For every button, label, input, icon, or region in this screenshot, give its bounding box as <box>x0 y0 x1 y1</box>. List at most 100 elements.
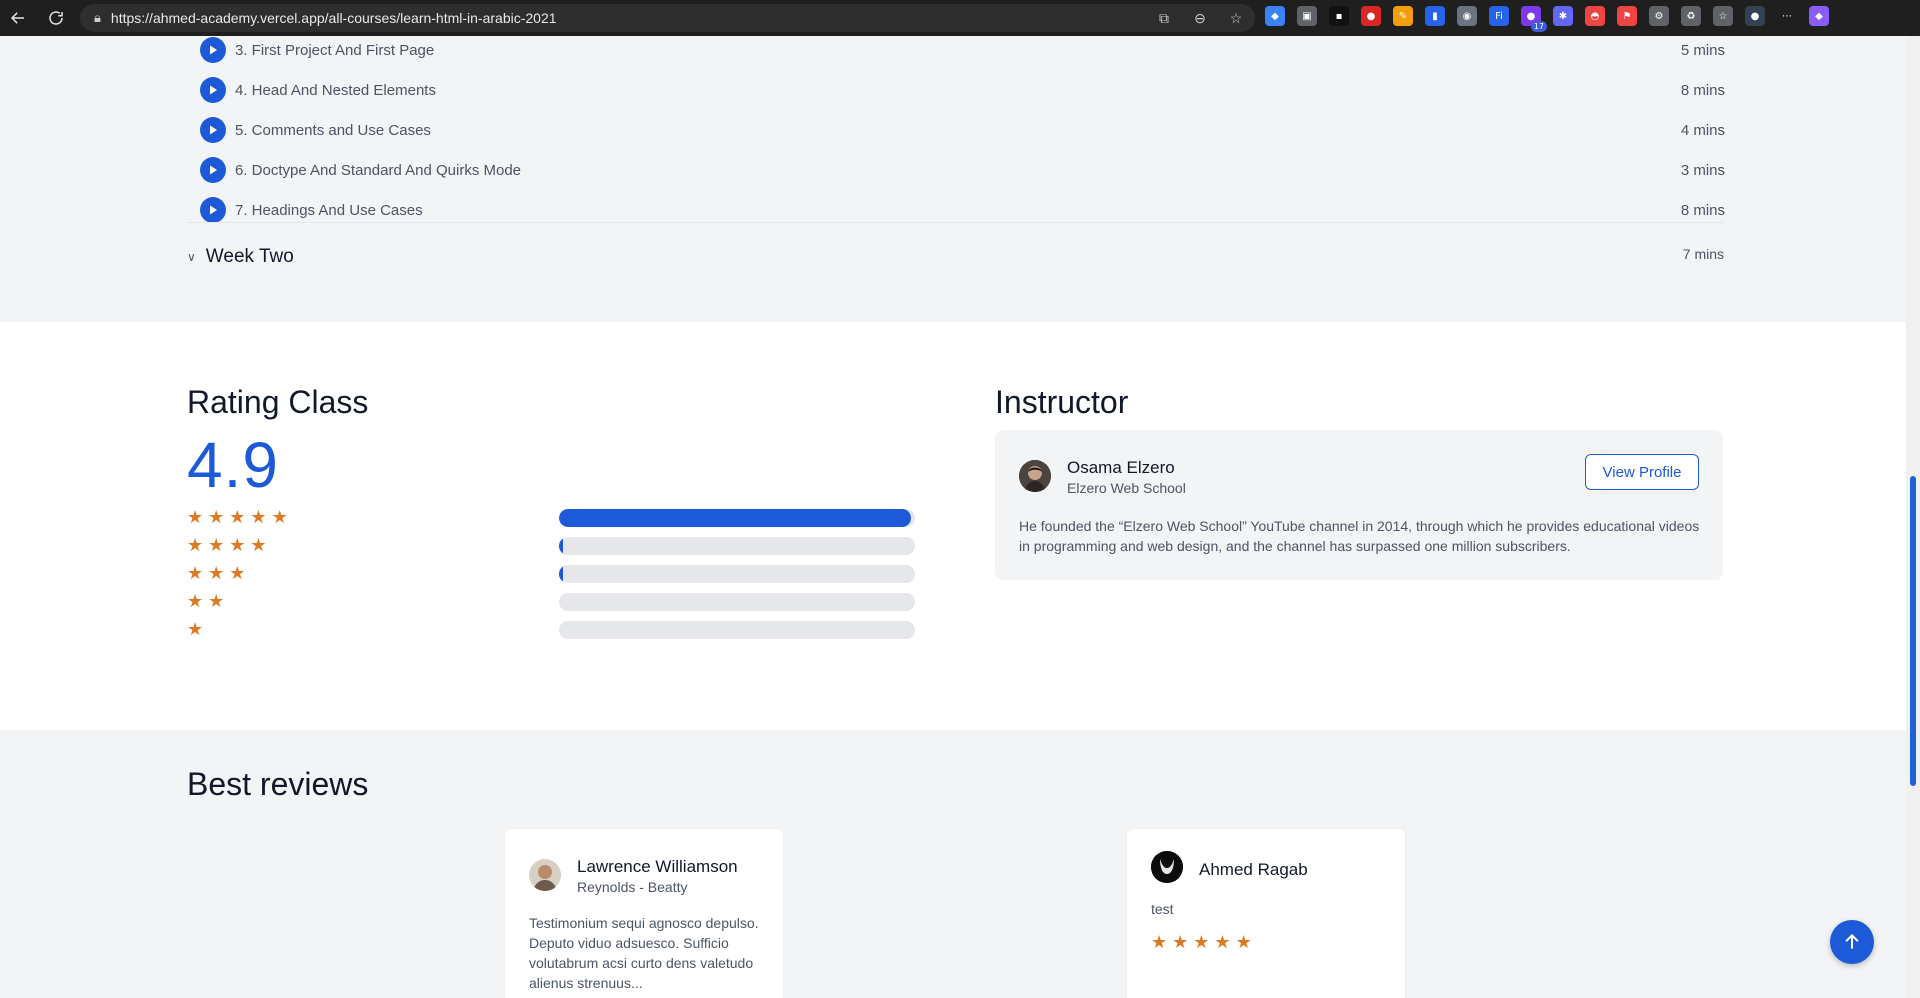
extension-glyph: ☆ <box>1718 10 1728 22</box>
shield-extension-icon[interactable]: ● <box>1361 6 1381 26</box>
lesson-item[interactable]: 7. Headings And Use Cases 8 mins <box>200 190 1725 230</box>
rating-bar-2 <box>559 593 915 611</box>
rating-stars-3: ★ ★ ★ <box>187 564 245 584</box>
camera-extension-icon[interactable]: ◉ <box>1457 6 1477 26</box>
star-icon: ★ <box>250 535 267 556</box>
star-icon: ★ <box>208 535 225 556</box>
reviewer-subtitle: Reynolds - Beatty <box>577 879 688 895</box>
star-icon: ★ <box>1172 932 1189 953</box>
puzzle-extension-icon[interactable]: ⚙ <box>1649 6 1669 26</box>
fi-extension-icon[interactable]: Fi <box>1489 6 1509 26</box>
review-stars: ★ ★ ★ ★ ★ <box>1151 933 1252 953</box>
star-icon: ★ <box>229 563 246 584</box>
extension-glyph: ● <box>1750 10 1760 22</box>
flag-extension-icon[interactable]: ⚑ <box>1617 6 1637 26</box>
extension-glyph: ◉ <box>1462 10 1472 22</box>
instructor-bio: He founded the “Elzero Web School” YouTu… <box>1019 518 1700 554</box>
extension-glyph: ✎ <box>1398 10 1408 22</box>
star-icon: ★ <box>1151 932 1168 953</box>
extension-glyph: ◆ <box>1815 10 1823 22</box>
star-icon: ★ <box>187 591 204 612</box>
average-rating: 4.9 <box>187 429 279 501</box>
reload-icon[interactable] <box>38 0 74 36</box>
doc-extension-icon[interactable]: ▮ <box>1425 6 1445 26</box>
extension-glyph: ♻ <box>1686 10 1696 22</box>
week-duration: 7 mins <box>1682 246 1724 262</box>
play-icon <box>200 157 226 183</box>
back-arrow-icon[interactable] <box>0 0 36 36</box>
page-viewport: 3. First Project And First Page 5 mins 4. … <box>0 36 1920 998</box>
favorites-icon[interactable]: ☆ <box>1713 6 1733 26</box>
chevron-down-icon: ∨ <box>187 250 196 264</box>
star-icon: ★ <box>1193 932 1210 953</box>
instructor-card: Osama Elzero Elzero Web School View Prof… <box>995 430 1723 580</box>
more-menu-icon[interactable]: ⋯ <box>1777 6 1797 26</box>
rating-stars-5: ★ ★ ★ ★ ★ <box>187 508 288 528</box>
instructor-organization: Elzero Web School <box>1067 480 1186 496</box>
avatar <box>1019 460 1051 492</box>
rating-bar-fill <box>559 509 912 527</box>
reviews-heading: Best reviews <box>187 766 369 802</box>
play-icon <box>200 77 226 103</box>
extension-glyph: ⚙ <box>1654 10 1664 22</box>
rating-bar-4 <box>559 537 915 555</box>
rating-instructor-section: Rating Class 4.9 ★ ★ ★ ★ ★ ★ ★ ★ ★ ★ ★ ★ ★ ★ ★ Instruc… <box>0 322 1906 730</box>
address-url: https://ahmed-academy.vercel.app/all-cou… <box>110 10 557 26</box>
pokeball-extension-icon[interactable]: ◓ <box>1585 6 1605 26</box>
gear-extension-icon[interactable]: ✱ <box>1553 6 1573 26</box>
lesson-title: 6. Doctype And Standard And Quirks Mode <box>235 161 522 179</box>
badge-extension-icon[interactable]: ● 17 <box>1521 6 1547 32</box>
lesson-duration: 4 mins <box>1680 121 1725 139</box>
lesson-item[interactable]: 3. First Project And First Page 5 mins <box>200 36 1725 70</box>
reader-mode-icon[interactable]: ⊖ <box>1191 8 1209 28</box>
scrollbar-thumb[interactable] <box>1910 476 1916 786</box>
lesson-duration: 8 mins <box>1680 201 1725 219</box>
profile-avatar-icon[interactable]: ● <box>1745 6 1765 26</box>
lesson-item[interactable]: 5. Comments and Use Cases 4 mins <box>200 110 1725 150</box>
extension-badge: 17 <box>1530 21 1547 32</box>
copilot-icon[interactable]: ◆ <box>1809 6 1829 26</box>
lesson-item[interactable]: 4. Head And Nested Elements 8 mins <box>200 70 1725 110</box>
lesson-title: 5. Comments and Use Cases <box>235 121 431 139</box>
curriculum-section: 3. First Project And First Page 5 mins 4. … <box>0 36 1906 322</box>
accordion-week-two[interactable]: ∨ Week Two 7 mins <box>187 242 1724 272</box>
star-icon: ★ <box>208 591 225 612</box>
favorite-star-icon[interactable]: ☆ <box>1227 8 1245 28</box>
lesson-title: 7. Headings And Use Cases <box>235 201 423 219</box>
pen-extension-icon[interactable]: ✎ <box>1393 6 1413 26</box>
star-icon: ★ <box>187 507 204 528</box>
review-text: Testimonium sequi agnosco depulso. Deput… <box>529 915 759 991</box>
scroll-to-top-button[interactable] <box>1830 920 1874 964</box>
address-bar[interactable]: 🔒︎ https://ahmed-academy.vercel.app/all-… <box>80 4 1255 32</box>
extension-glyph: ▣ <box>1302 10 1312 22</box>
split-screen-icon[interactable]: ♻ <box>1681 6 1701 26</box>
arrow-up-icon <box>1845 933 1859 949</box>
extension-glyph: ● <box>1526 10 1536 22</box>
rating-stars-1: ★ <box>187 620 203 640</box>
lesson-item[interactable]: 6. Doctype And Standard And Quirks Mode 3… <box>200 150 1725 190</box>
extension-glyph: ◓ <box>1590 10 1600 22</box>
lesson-title: 4. Head And Nested Elements <box>235 81 436 99</box>
window-extension-icon[interactable]: ▣ <box>1297 6 1317 26</box>
star-icon: ★ <box>229 535 246 556</box>
terminal-extension-icon[interactable]: ▪ <box>1329 6 1349 26</box>
page-scrollbar[interactable] <box>1906 36 1920 998</box>
reviewer-name: Ahmed Ragab <box>1199 860 1308 879</box>
extensions-tray: ◆ ▣ ▪ ● ✎ ▮ ◉ Fi ● 17 ✱ ◓ ⚑ ⚙ ♻ ☆ ● ⋯ ◆ <box>1265 6 1829 32</box>
extension-glyph: ▪ <box>1335 10 1343 22</box>
play-icon <box>200 197 226 223</box>
gem-extension-icon[interactable]: ◆ <box>1265 6 1285 26</box>
open-in-app-icon[interactable]: ⧉ <box>1155 8 1173 28</box>
reviews-section: Best reviews Lawrence Williamson Reynold… <box>0 730 1906 998</box>
star-icon: ★ <box>1235 932 1252 953</box>
rating-bar-3 <box>559 565 915 583</box>
view-profile-button[interactable]: View Profile <box>1585 454 1699 490</box>
star-icon: ★ <box>1214 932 1231 953</box>
lesson-duration: 5 mins <box>1680 41 1725 59</box>
site-info-icon[interactable]: 🔒︎ <box>94 10 101 26</box>
avatar <box>1151 851 1183 883</box>
rating-bar-fill <box>559 537 563 555</box>
extension-glyph: ▮ <box>1432 10 1438 22</box>
lesson-duration: 3 mins <box>1680 161 1725 179</box>
star-icon: ★ <box>229 507 246 528</box>
